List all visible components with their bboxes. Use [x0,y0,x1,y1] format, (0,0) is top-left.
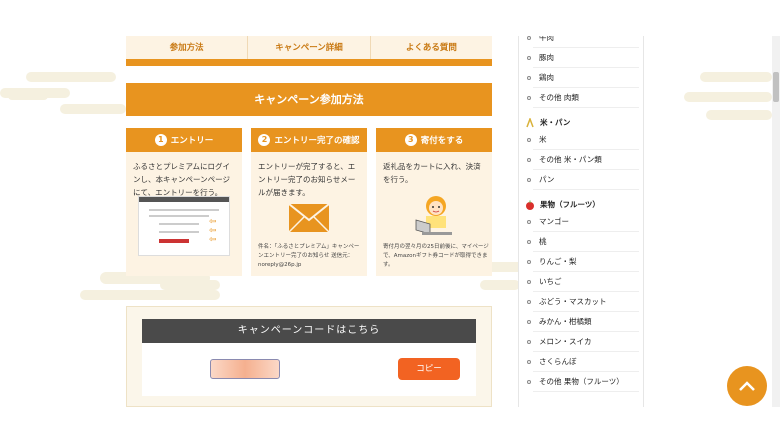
step-description: エントリーが完了すると、エントリー完了のお知らせメールが届きます。 [258,162,356,197]
sidebar-item-citrus[interactable]: みかん・柑橘類 [527,312,639,332]
campaign-code-panel: キャンペーンコードはこちら コピー [142,319,476,396]
sidebar-item-peach[interactable]: 桃 [527,232,639,252]
step-title: エントリー [170,136,214,146]
step-mail-note: 件名：「ふるさとプレミアム」キャンペーンエントリー完了のお知らせ 送信元：nor… [258,244,360,268]
decor-cloud [700,72,772,82]
step-number: 1 [154,134,167,146]
person-laptop-icon [415,196,452,235]
bottom-blank-bar [0,407,780,439]
step-gift-note: 寄付月の翌々月の25日前後に、マイページで、Amazonギフト券コードが取得でき… [383,244,489,268]
sidebar-item-bread[interactable]: パン [527,170,639,190]
tab-label: よくある質問 [405,43,457,53]
section-banner-title: キャンペーン参加方法 [126,83,492,116]
sidebar-item-mango[interactable]: マンゴー [527,212,639,232]
sidebar-item-rice[interactable]: 米 [527,130,639,150]
sidebar-item-strawberry[interactable]: いちご [527,272,639,292]
chevron-down-icon: ∨ [183,66,190,74]
decor-cloud [706,110,772,120]
step-card-confirm: 2 エントリー完了の確認 エントリーが完了すると、エントリー完了のお知らせメール… [251,128,367,276]
tab-faq[interactable]: よくある質問 ∨ [371,36,492,74]
tab-label: 参加方法 [169,43,204,53]
sidebar-item-pork[interactable]: 豚肉 [527,48,639,68]
campaign-code-title: キャンペーンコードはこちら [142,319,476,343]
campaign-code-field[interactable] [210,359,280,379]
decor-cloud [8,92,48,100]
scrollbar-thumb[interactable] [773,72,779,102]
section-tab-nav: 参加方法 ∨ キャンペーン詳細 ∨ よくある質問 ∨ [126,36,492,74]
category-sidebar: 牛肉 豚肉 鶏肉 その他 肉類 米・パン 米 その他 米・パン類 パン 果物（フ… [518,36,644,407]
sidebar-item-melon[interactable]: メロン・スイカ [527,332,639,352]
step-card-entry: 1 エントリー ふるさとプレミアムにログインし、本キャンペーンページにて、エント… [126,128,242,276]
step-number: 2 [258,134,271,146]
sidebar-item-other-rice-bread[interactable]: その他 米・パン類 [527,150,639,170]
step-description: ふるさとプレミアムにログインし、本キャンペーンページにて、エントリーを行う。 [133,162,230,197]
step-card-header: 2 エントリー完了の確認 [251,128,367,152]
sidebar-item-apple-pear[interactable]: りんご・梨 [527,252,639,272]
entry-screenshot-image: ⇦ ⇦ ⇦ [138,196,230,256]
step-card-header: 3 寄付をする [376,128,492,152]
sidebar-item-beef[interactable]: 牛肉 [527,36,639,48]
top-blank-bar [0,0,780,36]
sidebar-item-cherry[interactable]: さくらんぼ [527,352,639,372]
decor-cloud [60,104,126,114]
sidebar-item-other-fruit[interactable]: その他 果物（フルーツ） [527,372,639,392]
tab-label: キャンペーン詳細 [275,43,343,53]
page-scrollbar[interactable] [772,36,780,407]
envelope-icon [289,204,329,232]
step-number: 3 [404,134,417,146]
chevron-down-icon: ∨ [428,66,435,74]
step-title: 寄付をする [420,136,464,146]
main-column: 参加方法 ∨ キャンペーン詳細 ∨ よくある質問 ∨ キャンペーン参加方法 1 … [126,36,492,407]
copy-button[interactable]: コピー [398,358,460,380]
tab-participation[interactable]: 参加方法 ∨ [126,36,249,74]
apple-icon [526,200,534,210]
arrow-up-icon [739,381,755,391]
sidebar-item-grape[interactable]: ぶどう・マスカット [527,292,639,312]
campaign-code-section: キャンペーンコードはこちら コピー [126,306,492,407]
chevron-down-icon: ∨ [306,66,312,74]
tab-campaign-details[interactable]: キャンペーン詳細 ∨ [248,36,371,74]
step-title: エントリー完了の確認 [274,136,360,146]
rice-icon [526,118,534,128]
decor-cloud [684,92,772,102]
back-to-top-button[interactable] [727,366,767,406]
step-card-header: 1 エントリー [126,128,242,152]
page-content: 参加方法 ∨ キャンペーン詳細 ∨ よくある質問 ∨ キャンペーン参加方法 1 … [0,36,772,407]
sidebar-item-chicken[interactable]: 鶏肉 [527,68,639,88]
step-card-donate: 3 寄付をする 返礼品をカートに入れ、決済を行う。 寄付月の翌々月の25日前後に… [376,128,492,276]
sidebar-item-other-meat[interactable]: その他 肉類 [527,88,639,108]
decor-cloud [26,72,116,82]
step-description: 返礼品をカートに入れ、決済を行う。 [383,162,481,184]
